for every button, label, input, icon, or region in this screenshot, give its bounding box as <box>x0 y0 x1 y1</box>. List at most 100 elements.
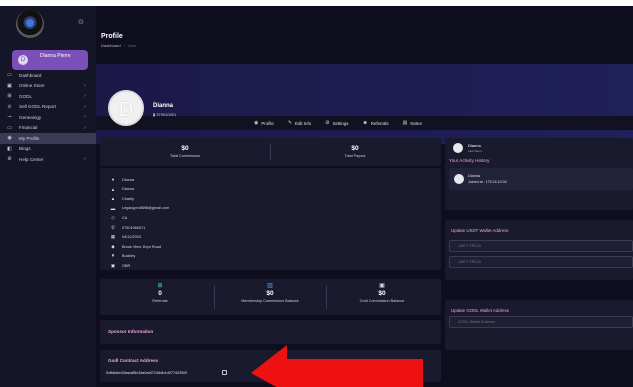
sidebar-item-online-store[interactable]: ▣ Online Store › <box>0 81 96 92</box>
sidebar-item-label: Online Store <box>19 83 45 89</box>
breadcrumb-separator: › <box>123 43 125 48</box>
referrals-stat: ⊞ 0 Referrals <box>110 282 210 303</box>
pin-icon: ▼ <box>110 253 116 258</box>
activity-last-seen: Last Seen <box>468 149 482 153</box>
contract-title: Godl Contract Address <box>108 358 159 363</box>
contract-address: 0xfb8afe43bacdf5c3da0af4713ddb1d07742959… <box>106 371 187 375</box>
activity-item-avatar <box>454 174 464 184</box>
info-value: Dianna <box>122 187 135 191</box>
phone-icon: ✆ <box>111 224 115 230</box>
chevron-right-icon: › <box>84 156 86 162</box>
profile-icon: ◉ <box>7 135 12 142</box>
tree-icon: ⊸ <box>7 114 12 121</box>
avatar: D <box>18 55 28 65</box>
divider <box>270 144 271 160</box>
membership-balance-stat: ▥ $0 Membership Commission Balance <box>220 282 320 303</box>
info-row-birthdate: ▦ 04/12/2003 <box>110 234 141 240</box>
commission-card: $0 Total Commission $0 Total Payout <box>100 138 441 166</box>
sidebar-item-sell-godl-report[interactable]: ⊙ Sell GODL Report › <box>0 102 96 113</box>
sidebar-item-my-profile[interactable]: ◉ My Profile <box>0 133 96 144</box>
sidebar-item-blogs[interactable]: ◧ Blogs <box>0 144 96 155</box>
shop-icon: ▣ <box>7 82 12 89</box>
breadcrumb: Dashboard › User <box>101 43 136 48</box>
user-icon: ◉ <box>254 120 259 126</box>
copy-icon[interactable] <box>222 370 227 375</box>
usdt-wallet-confirm-input[interactable]: USDT TRC20 <box>449 256 633 268</box>
sidebar-user-name: Dianna Pierre <box>40 53 71 59</box>
info-row-last-name: ▲ Charity <box>110 196 134 201</box>
info-row-city: ▼ Buckley <box>110 253 136 258</box>
tab-label: Edit Info <box>295 120 312 126</box>
edit-icon: ✎ <box>287 120 293 126</box>
grid-icon: ▭ <box>7 72 12 79</box>
sidebar-item-dashboard[interactable]: ▭ Dashboard <box>0 70 96 81</box>
total-payout: $0 Total Payout <box>310 145 400 158</box>
total-commission-value: $0 <box>181 145 189 152</box>
profile-name: Dianna <box>153 103 174 109</box>
total-payout-label: Total Payout <box>344 154 366 158</box>
info-row-country: ◇ CA <box>110 215 127 221</box>
tab-label: Notes <box>410 120 422 126</box>
sidebar-item-label: Sell GODL Report <box>19 104 56 110</box>
tab-referrals[interactable]: ☻ Referrals <box>363 120 389 126</box>
sidebar-user[interactable]: D Dianna Pierre <box>12 50 88 70</box>
activity-item-text: Joined at : 175.24.10.04 <box>468 180 507 184</box>
sponsor-title: Sponsor Information <box>108 329 154 334</box>
settings-icon: ⚙ <box>325 120 330 126</box>
profile-avatar[interactable]: D <box>108 90 144 126</box>
help-icon: ⚙ <box>7 156 12 163</box>
sidebar-item-genealogy[interactable]: ⊸ Genealogy › <box>0 112 96 123</box>
sidebar-item-label: Help Center <box>19 156 44 162</box>
sidebar-item-label: Financial <box>19 125 38 131</box>
tab-label: Referrals <box>370 120 389 126</box>
tab-profile[interactable]: ◉ Profile <box>254 120 274 126</box>
brand-logo[interactable] <box>16 10 44 38</box>
chevron-right-icon: › <box>84 82 86 89</box>
info-value: CA <box>122 216 128 220</box>
referrals-value: 0 <box>158 290 162 297</box>
godl-wallet-input[interactable]: GODL Wallet Address <box>449 316 633 328</box>
info-value: 04/12/2003 <box>122 235 142 239</box>
app-window: ⊙ D Dianna Pierre ▭ Dashboard ▣ Online S… <box>0 6 633 387</box>
info-icon: ● <box>111 177 115 182</box>
sidebar-item-financial[interactable]: ▭ Financial › <box>0 123 96 134</box>
total-commission-label: Total Commission <box>170 154 200 158</box>
tab-settings[interactable]: ⚙ Settings <box>325 120 348 126</box>
notes-icon: ▤ <box>402 120 408 126</box>
total-commission: $0 Total Commission <box>140 145 230 158</box>
info-value: 07501966071 <box>122 225 146 230</box>
person-icon: ▲ <box>110 196 116 201</box>
divider <box>326 285 327 309</box>
divider <box>214 285 215 309</box>
info-value: Charity <box>122 196 135 201</box>
tab-label: Settings <box>332 120 349 126</box>
page-title: Profile <box>101 33 123 40</box>
chevron-right-icon: › <box>84 93 86 99</box>
info-row-address: ◆ Brook View, Bryn Road <box>110 244 161 250</box>
tab-edit-info[interactable]: ✎ Edit Info <box>288 120 311 126</box>
activity-item: Dianna Joined at : 175.24.10.04 <box>449 168 633 190</box>
sidebar-item-help-center[interactable]: ⚙ Help Center › <box>0 154 96 165</box>
activity-item-name: Dianna <box>468 174 481 178</box>
activity-card: Dianna Last Seen Your Activity History D… <box>445 138 633 210</box>
globe-icon: ◇ <box>111 215 115 220</box>
sidebar-item-label: My Profile <box>19 135 40 141</box>
chevron-right-icon: › <box>84 114 86 120</box>
balances-card: ⊞ 0 Referrals ▥ $0 Membership Commission… <box>100 279 441 315</box>
breadcrumb-dashboard[interactable]: Dashboard <box>101 43 121 48</box>
calendar-icon: ▦ <box>110 234 116 239</box>
tab-notes[interactable]: ▤ Notes <box>403 120 422 126</box>
info-value: GBR <box>122 263 131 268</box>
collapse-sidebar-icon[interactable]: ⊙ <box>78 18 84 26</box>
chevron-right-icon: › <box>84 103 86 110</box>
sidebar-item-godl[interactable]: ⊞ GODL › <box>0 91 96 102</box>
usdt-wallet-confirm-placeholder: USDT TRC20 <box>458 260 482 264</box>
total-payout-value: $0 <box>351 145 359 152</box>
usdt-wallet-input[interactable]: USDT TRC20 <box>449 240 633 252</box>
info-row-email: ▬ Legacypro8898@gmail.com <box>110 206 170 211</box>
flag-icon: ▣ <box>110 262 116 268</box>
referrals-count-icon: ⊞ <box>157 283 163 289</box>
sidebar-item-label: Dashboard <box>19 72 42 78</box>
activity-avatar <box>453 143 463 153</box>
profile-id-value: 379010001 <box>156 112 177 117</box>
